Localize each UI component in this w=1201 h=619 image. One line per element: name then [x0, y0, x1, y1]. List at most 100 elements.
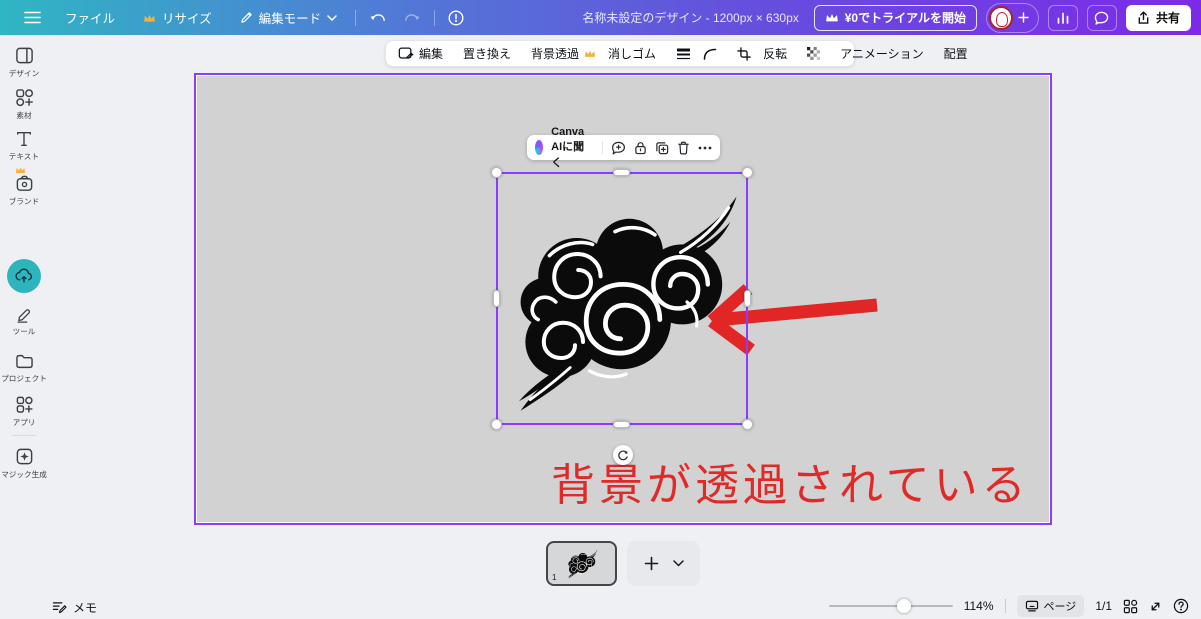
- pro-crown-icon: [15, 166, 26, 174]
- bar-chart-icon: [1056, 11, 1070, 25]
- page-number-badge: 1: [552, 573, 556, 582]
- tools-pen-icon: [15, 305, 33, 323]
- transparency-button[interactable]: [805, 47, 822, 60]
- add-page-button[interactable]: [627, 541, 700, 586]
- comment-plus-icon: [611, 141, 626, 155]
- chevron-down-icon: [327, 15, 337, 21]
- sidebar-item-text[interactable]: テキスト: [0, 130, 48, 162]
- pencil-icon: [240, 11, 253, 24]
- divider: [12, 435, 36, 436]
- corner-rounding-button[interactable]: [701, 48, 719, 60]
- undo-button[interactable]: [360, 0, 395, 35]
- grid-view-button[interactable]: [1123, 599, 1138, 614]
- selection-box[interactable]: [496, 172, 748, 425]
- divider: [434, 10, 435, 26]
- divider: [1005, 599, 1006, 613]
- hamburger-icon: [24, 11, 41, 24]
- main-menu-button[interactable]: [14, 0, 51, 35]
- zoom-slider[interactable]: [829, 599, 953, 613]
- resize-handle-e[interactable]: [744, 290, 751, 307]
- divider: [355, 10, 356, 26]
- sidebar-rail: デザイン 素材 テキスト ブランド ツール プロジェクト: [0, 35, 48, 619]
- undo-icon: [369, 11, 386, 25]
- design-icon: [15, 46, 34, 65]
- resize-handle-ne[interactable]: [742, 167, 753, 178]
- sidebar-item-design[interactable]: デザイン: [0, 46, 48, 79]
- help-button[interactable]: [1173, 598, 1189, 614]
- rotate-handle[interactable]: [613, 445, 633, 465]
- page-count: 1/1: [1095, 599, 1112, 613]
- comments-button[interactable]: [1087, 5, 1117, 31]
- flip-button[interactable]: 反転: [761, 45, 789, 62]
- account-menu[interactable]: [986, 3, 1039, 33]
- sidebar-item-magic-generate[interactable]: マジック生成: [0, 447, 48, 480]
- redo-button[interactable]: [395, 0, 430, 35]
- uploads-cloud-icon: [14, 266, 34, 286]
- page-view-icon: [1025, 600, 1039, 612]
- divider: [602, 141, 603, 154]
- duplicate-button[interactable]: [655, 141, 669, 155]
- border-weight-button[interactable]: [674, 48, 693, 60]
- crop-button[interactable]: [735, 47, 753, 61]
- trial-button[interactable]: ¥0でトライアルを開始: [814, 5, 977, 31]
- issues-button[interactable]: [439, 0, 473, 35]
- delete-button[interactable]: [677, 141, 690, 155]
- animation-button[interactable]: アニメーション: [838, 45, 926, 62]
- ask-canva-ai-button[interactable]: Canva AIに聞く: [551, 126, 594, 170]
- resize-handle-w[interactable]: [493, 290, 500, 307]
- resize-button[interactable]: リサイズ: [129, 0, 226, 35]
- resize-handle-se[interactable]: [742, 419, 753, 430]
- sidebar-item-tools[interactable]: ツール: [0, 305, 48, 337]
- rotate-icon: [617, 449, 629, 461]
- zoom-slider-thumb[interactable]: [897, 599, 911, 613]
- comment-bubble-icon: [1094, 11, 1109, 25]
- zoom-level[interactable]: 114%: [964, 599, 994, 613]
- canva-ai-logo-icon: [535, 140, 543, 155]
- thumbnail-cloud-preview: [564, 548, 600, 580]
- document-title[interactable]: 名称未設定のデザイン - 1200px × 630px: [582, 9, 798, 26]
- crop-icon: [737, 47, 751, 61]
- bg-remove-button[interactable]: 背景透過: [529, 45, 598, 62]
- crown-icon: [584, 49, 596, 58]
- add-comment-button[interactable]: [611, 141, 626, 155]
- resize-handle-s[interactable]: [613, 421, 630, 428]
- text-icon: [15, 130, 33, 148]
- crown-icon: [825, 12, 839, 23]
- sidebar-item-uploads-active[interactable]: [7, 259, 41, 293]
- sidebar-item-elements[interactable]: 素材: [0, 88, 48, 121]
- redo-icon: [404, 11, 421, 25]
- sidebar-item-apps[interactable]: アプリ: [0, 395, 48, 428]
- file-menu-button[interactable]: ファイル: [51, 0, 129, 35]
- resize-handle-sw[interactable]: [491, 419, 502, 430]
- resize-handle-nw[interactable]: [491, 167, 502, 178]
- insights-button[interactable]: [1048, 5, 1078, 31]
- grid-view-icon: [1123, 599, 1138, 614]
- ellipsis-icon: [698, 146, 712, 150]
- fullscreen-button[interactable]: [1149, 600, 1162, 613]
- sidebar-item-projects[interactable]: プロジェクト: [0, 353, 48, 384]
- eraser-button[interactable]: 消しゴム: [606, 45, 658, 62]
- notes-icon: [52, 601, 67, 614]
- lock-button[interactable]: [634, 141, 647, 155]
- edit-image-button[interactable]: 編集: [396, 45, 445, 62]
- notes-button[interactable]: メモ: [52, 599, 97, 616]
- expand-arrows-icon: [1149, 600, 1162, 613]
- resize-handle-n[interactable]: [613, 169, 630, 176]
- more-options-button[interactable]: [698, 146, 712, 150]
- edit-mode-button[interactable]: 編集モード: [226, 0, 352, 35]
- position-button[interactable]: 配置: [942, 45, 970, 62]
- top-header-bar: ファイル リサイズ 編集モード 名称未設定のデザイン - 1: [0, 0, 1201, 35]
- plus-icon: [1018, 12, 1029, 23]
- canva-editor: ファイル リサイズ 編集モード 名称未設定のデザイン - 1: [0, 0, 1201, 619]
- page-view-toggle[interactable]: ページ: [1017, 595, 1085, 617]
- plus-icon: [644, 556, 659, 571]
- element-quick-bar: Canva AIに聞く: [527, 135, 720, 160]
- sidebar-item-brand[interactable]: ブランド: [0, 174, 48, 207]
- avatar: [989, 6, 1013, 30]
- brand-kit-icon: [15, 174, 34, 193]
- replace-button[interactable]: 置き換え: [461, 45, 513, 62]
- trash-icon: [677, 141, 690, 155]
- status-bar-right: 114% ページ 1/1: [829, 595, 1189, 617]
- share-button[interactable]: 共有: [1126, 5, 1191, 31]
- page-thumbnail-1[interactable]: 1: [546, 541, 617, 586]
